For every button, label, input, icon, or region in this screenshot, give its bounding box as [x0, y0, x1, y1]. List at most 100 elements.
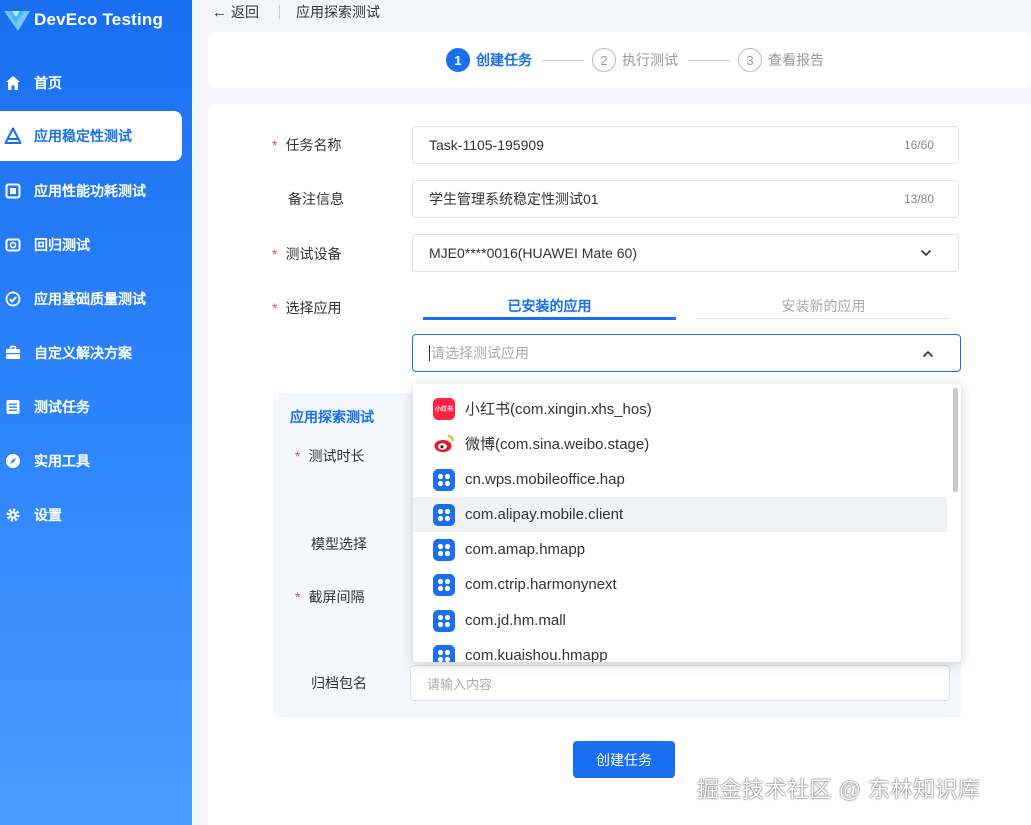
- model-label: 模型选择: [311, 536, 367, 552]
- performance-icon: [4, 182, 22, 200]
- dropdown-option[interactable]: com.amap.hmapp: [413, 532, 947, 567]
- label-text: 截屏间隔: [308, 589, 365, 605]
- chevron-down-icon: [920, 249, 932, 257]
- archive-placeholder: 请输入内容: [427, 676, 493, 692]
- create-task-button[interactable]: 创建任务: [573, 741, 675, 778]
- gear-icon: [4, 506, 22, 524]
- sidebar-item-basic-quality-test[interactable]: 应用基础质量测试: [0, 274, 182, 324]
- app-dropdown: 小红书 小红书(com.xingin.xhs_hos) 微博(com.sina.…: [413, 384, 961, 662]
- sidebar-item-label: 应用基础质量测试: [34, 291, 146, 307]
- regression-icon: [4, 236, 22, 254]
- option-label: cn.wps.mobileoffice.hap: [465, 471, 625, 488]
- topbar: ← 返回 应用探索测试: [192, 0, 1031, 24]
- brand: DevEco Testing: [0, 2, 163, 38]
- required-mark: *: [272, 246, 278, 262]
- app-grid-icon: [433, 468, 455, 491]
- dropdown-option[interactable]: com.jd.hm.mall: [413, 603, 947, 638]
- tab-underline: [697, 318, 950, 319]
- tab-active-indicator: [423, 317, 676, 320]
- app-label: * 选择应用: [272, 298, 341, 318]
- task-name-value: Task-1105-195909: [429, 137, 544, 153]
- interval-label: * 截屏间隔: [295, 587, 364, 607]
- flask-icon: [4, 127, 22, 145]
- duration-label: * 测试时长: [295, 446, 364, 466]
- dropdown-option[interactable]: 小红书 小红书(com.xingin.xhs_hos): [413, 391, 947, 426]
- sidebar-item-test-tasks[interactable]: 测试任务: [0, 382, 182, 432]
- archive-input[interactable]: 请输入内容: [410, 665, 950, 701]
- app-select[interactable]: 请选择测试应用: [412, 334, 961, 372]
- app-grid-icon: [433, 573, 455, 596]
- chevron-up-icon: [922, 350, 934, 358]
- step-number: 1: [446, 48, 470, 72]
- task-list-icon: [4, 398, 22, 416]
- dropdown-option[interactable]: 微博(com.sina.weibo.stage): [413, 426, 947, 461]
- device-label: * 测试设备: [272, 244, 341, 264]
- divider: [279, 5, 280, 19]
- back-button[interactable]: ← 返回: [212, 2, 259, 22]
- remark-value: 学生管理系统稳定性测试01: [429, 191, 599, 207]
- label-text: 测试时长: [308, 448, 365, 464]
- label-text: 任务名称: [285, 137, 342, 153]
- sidebar-item-performance-test[interactable]: 应用性能功耗测试: [0, 166, 182, 216]
- toolbox-icon: [4, 344, 22, 362]
- remark-input[interactable]: 学生管理系统稳定性测试01 13/80: [412, 180, 959, 218]
- label-text: 测试设备: [285, 246, 342, 262]
- device-select[interactable]: MJE0****0016(HUAWEI Mate 60): [412, 234, 959, 272]
- sidebar-item-regression-test[interactable]: 回归测试: [0, 220, 182, 270]
- weibo-icon: [433, 433, 455, 455]
- task-name-input[interactable]: Task-1105-195909 16/60: [412, 126, 959, 164]
- tab-installed-apps[interactable]: 已安装的应用: [423, 296, 676, 316]
- text-cursor: [429, 345, 430, 361]
- label-text: 选择应用: [285, 300, 342, 316]
- app-select-placeholder: 请选择测试应用: [431, 345, 529, 361]
- sidebar: DevEco Testing 首页 应用稳定性测试 应用性能功耗测试 回归测试 …: [0, 0, 192, 825]
- back-label: 返回: [231, 4, 259, 20]
- arrow-left-icon: ←: [212, 3, 227, 21]
- deveco-logo-icon: [4, 11, 30, 31]
- option-label: com.alipay.mobile.client: [465, 506, 624, 523]
- sidebar-item-label: 设置: [34, 507, 62, 523]
- option-label: com.amap.hmapp: [465, 541, 586, 558]
- step-execute-test: 2 执行测试: [592, 48, 678, 72]
- app-grid-icon: [433, 503, 455, 526]
- step-label: 创建任务: [476, 52, 532, 68]
- sidebar-item-stability-test[interactable]: 应用稳定性测试: [0, 111, 182, 161]
- dropdown-option[interactable]: cn.wps.mobileoffice.hap: [413, 462, 947, 497]
- sidebar-item-label: 应用性能功耗测试: [34, 183, 146, 199]
- step-connector: [542, 60, 584, 61]
- sidebar-item-label: 自定义解决方案: [34, 345, 132, 361]
- sidebar-item-settings[interactable]: 设置: [0, 490, 182, 540]
- required-mark: *: [295, 448, 301, 464]
- task-name-label: * 任务名称: [272, 135, 341, 155]
- dropdown-option[interactable]: com.kuaishou.hmapp: [413, 638, 947, 662]
- required-mark: *: [272, 300, 278, 316]
- char-counter: 13/80: [903, 192, 934, 206]
- step-connector: [688, 60, 730, 61]
- sidebar-item-home[interactable]: 首页: [0, 58, 182, 108]
- steps-card: 1 创建任务 2 执行测试 3 查看报告: [208, 32, 1031, 88]
- device-value: MJE0****0016(HUAWEI Mate 60): [429, 245, 638, 261]
- option-label: 小红书(com.xingin.xhs_hos): [465, 401, 652, 418]
- tab-install-new-app[interactable]: 安装新的应用: [697, 296, 950, 316]
- sidebar-item-label: 实用工具: [34, 453, 90, 469]
- sidebar-item-tools[interactable]: 实用工具: [0, 436, 182, 486]
- sidebar-item-label: 回归测试: [34, 237, 90, 253]
- step-view-report: 3 查看报告: [738, 48, 824, 72]
- app-grid-icon: [433, 538, 455, 561]
- dropdown-scrollbar[interactable]: [953, 388, 958, 492]
- sidebar-item-label: 应用稳定性测试: [34, 128, 132, 144]
- dropdown-option[interactable]: com.alipay.mobile.client: [413, 497, 947, 532]
- brand-name: DevEco Testing: [34, 10, 164, 29]
- step-number: 2: [592, 48, 616, 72]
- step-create-task: 1 创建任务: [446, 48, 532, 72]
- explore-test-title: 应用探索测试: [290, 409, 374, 425]
- dropdown-option[interactable]: com.ctrip.harmonynext: [413, 567, 947, 602]
- compass-icon: [4, 452, 22, 470]
- archive-label: 归档包名: [311, 675, 367, 691]
- sidebar-item-label: 首页: [34, 75, 62, 91]
- sidebar-item-custom-solution[interactable]: 自定义解决方案: [0, 328, 182, 378]
- app-grid-icon: [433, 644, 455, 662]
- xiaohongshu-icon: 小红书: [433, 397, 455, 420]
- required-mark: *: [272, 137, 278, 153]
- option-label: com.jd.hm.mall: [465, 612, 566, 629]
